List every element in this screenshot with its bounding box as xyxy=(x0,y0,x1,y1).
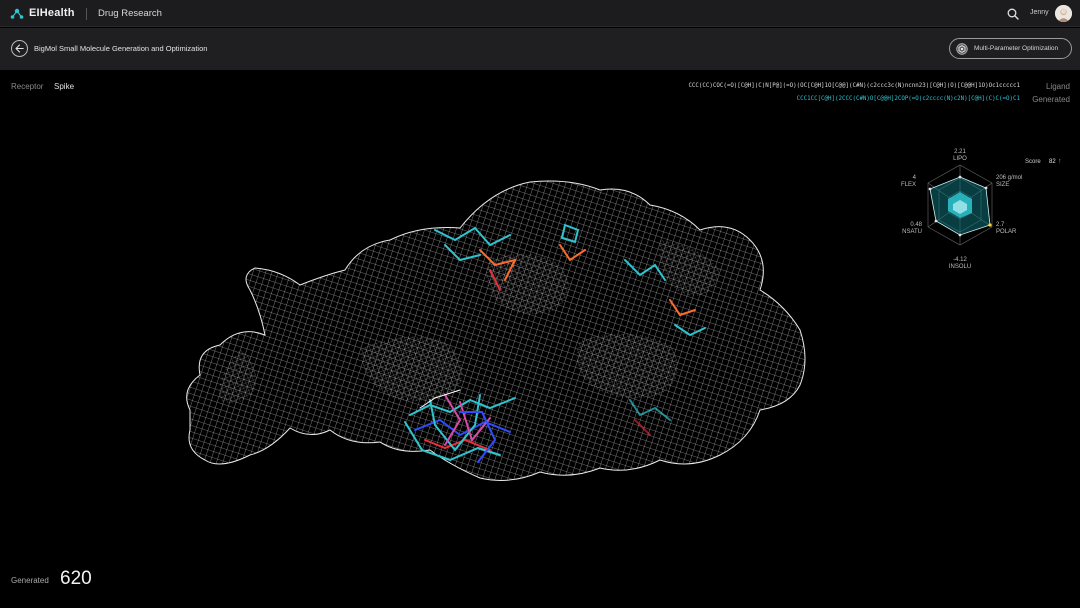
user-avatar-icon xyxy=(1055,5,1072,22)
brand-name: EIHealth xyxy=(29,7,75,19)
molecule-logo-icon xyxy=(10,8,24,19)
page-title: BigMol Small Molecule Generation and Opt… xyxy=(34,44,208,53)
generated-count: 620 xyxy=(60,568,92,589)
top-navbar: EIHealth Drug Research Jenny xyxy=(0,0,1080,27)
prop-nsatu: 0.48 NSATU xyxy=(892,222,922,236)
prop-size: 206 g/mol SIZE xyxy=(996,175,1022,189)
mpo-button-label: Multi-Parameter Optimization xyxy=(974,45,1059,52)
prop-polar-value: 2.7 xyxy=(996,222,1005,228)
user-name[interactable]: Jenny xyxy=(1030,9,1049,16)
hexagon-settings-icon xyxy=(956,42,968,55)
prop-size-value: 206 g/mol xyxy=(996,175,1023,181)
prop-polar: 2.7 POLAR xyxy=(996,222,1016,236)
ligand-label: Ligand xyxy=(1045,82,1070,91)
prop-lipo: 2.21 LIPO xyxy=(948,149,972,163)
ligand-smiles: CCC(CC)COC(=O)[C@H](C)N[P@](=O)(OC[C@H]1… xyxy=(688,83,1020,89)
page-header: BigMol Small Molecule Generation and Opt… xyxy=(0,28,1080,70)
search-icon[interactable] xyxy=(1007,8,1019,20)
generated-smiles-label: Generated xyxy=(1032,95,1070,104)
protein-surface-mesh xyxy=(186,180,806,481)
prop-nsatu-label: NSATU xyxy=(902,229,922,235)
prop-lipo-value: 2.21 xyxy=(954,149,966,155)
prop-flex: 4 FLEX xyxy=(892,175,916,189)
prop-flex-label: FLEX xyxy=(900,182,916,188)
property-radar-chart: 2.21 LIPO 206 g/mol SIZE 2.7 POLAR -4.12… xyxy=(880,145,1080,285)
prop-lipo-label: LIPO xyxy=(953,156,967,162)
generated-label: Generated xyxy=(11,576,49,585)
prop-nsatu-value: 0.48 xyxy=(910,222,922,228)
prop-flex-value: 4 xyxy=(912,175,916,181)
radar-chart-graphic xyxy=(927,164,993,246)
prop-insolu-label: INSOLU xyxy=(948,264,972,270)
back-button[interactable] xyxy=(11,40,28,57)
protein-mesh-viewer[interactable] xyxy=(160,150,840,500)
generated-smiles: CCC1CC[C@H](2CCC(C#N)O[C@@H]2COP(=O)c2cc… xyxy=(796,96,1020,102)
score-value: 82 xyxy=(1049,159,1056,165)
arrow-left-icon xyxy=(15,44,24,53)
receptor-value[interactable]: Spike xyxy=(54,82,74,91)
avatar[interactable] xyxy=(1055,5,1072,22)
multi-parameter-optimization-button[interactable]: Multi-Parameter Optimization xyxy=(949,38,1072,59)
receptor-label: Receptor xyxy=(11,82,44,91)
app-name[interactable]: Drug Research xyxy=(98,8,162,19)
prop-insolu-value: -4.12 xyxy=(953,257,967,263)
brand-logo[interactable]: EIHealth xyxy=(10,6,75,20)
prop-size-label: SIZE xyxy=(996,182,1010,188)
header-divider xyxy=(86,8,87,20)
prop-polar-label: POLAR xyxy=(996,229,1017,235)
score-label: Score xyxy=(1025,159,1041,165)
prop-insolu: -4.12 INSOLU xyxy=(944,257,976,271)
arrow-up-icon: ↑ xyxy=(1058,158,1062,165)
